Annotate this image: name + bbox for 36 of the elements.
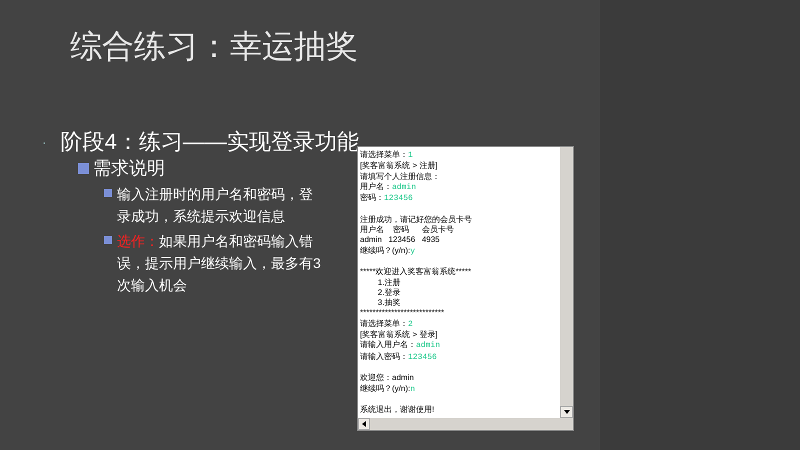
down-arrow-icon bbox=[564, 410, 570, 414]
bullet-text: 选作：如果用户名和密码输入错误，提示用户继续输入，最多有3次输入机会 bbox=[117, 232, 322, 295]
console-line: 请输入用户名：admin bbox=[360, 340, 440, 352]
console-line: 请选择菜单：1 bbox=[360, 150, 413, 161]
bullet-square-icon bbox=[78, 162, 89, 174]
bullet-text: 输入注册时的用户名和密码，登录成功，系统提示欢迎信息 bbox=[117, 185, 314, 226]
console-line: 欢迎您：admin bbox=[360, 373, 414, 384]
console-line: 用户名 密码 会员卡号 bbox=[360, 225, 454, 236]
horizontal-scrollbar[interactable] bbox=[358, 418, 573, 430]
console-line: [奖客富翁系统 > 登录] bbox=[360, 330, 438, 340]
console-line: 用户名：admin bbox=[360, 182, 416, 193]
console-line: 3.抽奖 bbox=[376, 298, 400, 308]
console-line: 系统退出，谢谢使用! bbox=[360, 405, 434, 416]
console-line: 请填写个人注册信息： bbox=[360, 172, 440, 182]
console-line: 请选择菜单：2 bbox=[360, 318, 413, 330]
scroll-down-button[interactable] bbox=[560, 406, 573, 418]
console-line: 继续吗？(y/n):n bbox=[360, 384, 416, 395]
left-arrow-icon bbox=[362, 421, 366, 427]
console-line: *************************** bbox=[360, 308, 444, 319]
console-line: *****欢迎进入奖客富翁系统***** bbox=[360, 267, 472, 278]
bullet-square-icon bbox=[104, 189, 112, 197]
vertical-scrollbar[interactable] bbox=[560, 147, 573, 418]
console-line: admin 123456 4935 bbox=[360, 235, 440, 246]
sub-heading: 需求说明 bbox=[93, 157, 165, 180]
bullet-square-icon bbox=[104, 236, 112, 244]
bullet-heading: 阶段4：练习——实现登录功能 bbox=[60, 130, 359, 154]
console-line: 密码：123456 bbox=[360, 193, 413, 204]
console-line: 继续吗？(y/n):y bbox=[360, 246, 416, 257]
scroll-left-button[interactable] bbox=[358, 418, 370, 430]
console-line: 2.登录 bbox=[376, 288, 400, 298]
console-line: 注册成功，请记好您的会员卡号 bbox=[360, 214, 472, 225]
console-line: 请输入密码：123456 bbox=[360, 352, 437, 363]
bullet-dot: · bbox=[42, 134, 47, 150]
console-line: [奖客富翁系统 > 注册] bbox=[360, 161, 438, 172]
slide-title: 综合练习：幸运抽奖 bbox=[70, 27, 358, 66]
console-line: 1.注册 bbox=[376, 278, 400, 288]
